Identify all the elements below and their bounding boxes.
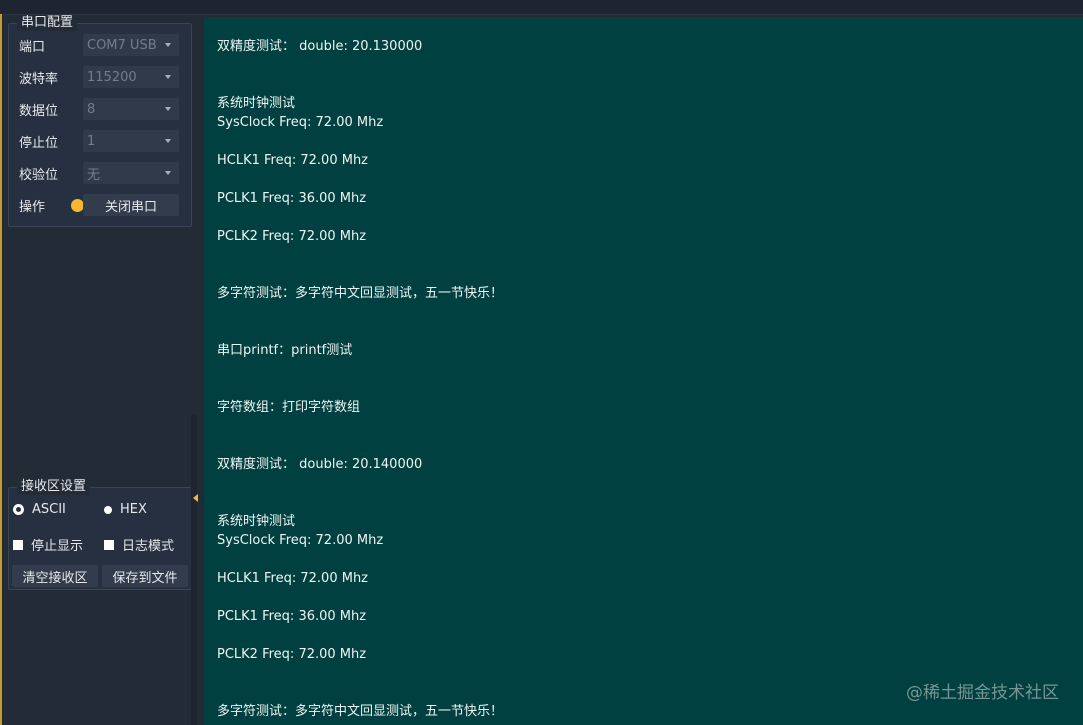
console-line: 系统时钟测试 <box>217 96 296 111</box>
data-bits-value: 8 <box>87 101 96 117</box>
parity-row: 校验位 <box>19 162 83 184</box>
baud-select[interactable]: 115200 <box>83 66 179 88</box>
radio-checked-icon <box>13 504 24 515</box>
console-line: 系统时钟测试 <box>217 514 296 529</box>
baud-label: 波特率 <box>19 71 59 87</box>
panel-splitter[interactable] <box>191 415 197 725</box>
console-line: 多字符测试：多字符中文回显测试，五一节快乐！ <box>217 704 504 719</box>
window-top-bar <box>0 0 1083 15</box>
console-line: HCLK1 Freq: 72.00 Mhz <box>217 571 369 586</box>
port-row: 端口 <box>19 34 83 56</box>
console-line: SysClock Freq: 72.00 Mhz <box>217 533 384 548</box>
chevron-down-icon <box>165 75 171 79</box>
console-line: 串口printf：printf测试 <box>217 343 353 358</box>
data-bits-row: 数据位 <box>19 98 83 120</box>
receive-settings-group: 接收区设置 ASCII HEX 停止显示 日志模式 清空接收区 保存到文件 <box>8 479 192 590</box>
watermark: @稀土掘金技术社区 <box>906 683 1059 703</box>
port-select[interactable]: COM7 USB <box>83 34 179 56</box>
chevron-down-icon <box>165 139 171 143</box>
save-to-file-button[interactable]: 保存到文件 <box>102 565 188 587</box>
hex-label: HEX <box>120 502 147 517</box>
data-bits-select[interactable]: 8 <box>83 98 179 120</box>
console-line: SysClock Freq: 72.00 Mhz <box>217 115 384 130</box>
chevron-down-icon <box>165 43 171 47</box>
baud-row: 波特率 <box>19 66 83 88</box>
stop-bits-value: 1 <box>87 133 96 149</box>
port-label: 端口 <box>19 39 46 55</box>
parity-value: 无 <box>87 167 101 183</box>
receive-settings-title: 接收区设置 <box>17 479 91 495</box>
receive-console[interactable]: 双精度测试： double: 20.130000 系统时钟测试 SysClock… <box>204 17 1083 725</box>
log-mode-label: 日志模式 <box>122 539 175 554</box>
chevron-down-icon <box>165 107 171 111</box>
ascii-label: ASCII <box>32 502 66 517</box>
checkbox-icon <box>104 539 114 550</box>
parity-label: 校验位 <box>19 167 59 183</box>
console-line: 双精度测试： double: 20.140000 <box>217 457 423 472</box>
close-port-button[interactable]: 关闭串口 <box>83 194 179 216</box>
stop-bits-select[interactable]: 1 <box>83 130 179 152</box>
console-line: PCLK2 Freq: 72.00 Mhz <box>217 229 367 244</box>
data-bits-label: 数据位 <box>19 103 59 119</box>
serial-config-title: 串口配置 <box>17 15 78 31</box>
console-line: PCLK1 Freq: 36.00 Mhz <box>217 191 367 206</box>
console-line: 双精度测试： double: 20.130000 <box>217 39 423 54</box>
console-line: 字符数组：打印字符数组 <box>217 400 361 415</box>
parity-select[interactable]: 无 <box>83 162 179 184</box>
chevron-down-icon <box>165 171 171 175</box>
sidebar: 串口配置 端口 COM7 USB 波特率 115200 数据位 8 停止位 1 <box>2 15 200 725</box>
console-line: 多字符测试：多字符中文回显测试，五一节快乐！ <box>217 286 504 301</box>
checkbox-icon <box>13 539 23 550</box>
ascii-radio[interactable]: ASCII <box>13 502 66 517</box>
console-line: PCLK2 Freq: 72.00 Mhz <box>217 647 367 662</box>
radio-unchecked-icon <box>104 505 112 514</box>
console-line: HCLK1 Freq: 72.00 Mhz <box>217 153 369 168</box>
serial-config-group: 串口配置 端口 COM7 USB 波特率 115200 数据位 8 停止位 1 <box>8 15 192 227</box>
stop-bits-label: 停止位 <box>19 135 59 151</box>
collapse-arrow-icon[interactable] <box>193 494 198 502</box>
stop-bits-row: 停止位 <box>19 130 83 152</box>
hex-radio[interactable]: HEX <box>104 502 147 517</box>
stop-display-label: 停止显示 <box>31 539 84 554</box>
stop-display-checkbox[interactable]: 停止显示 <box>13 535 83 554</box>
console-line: PCLK1 Freq: 36.00 Mhz <box>217 609 367 624</box>
baud-value: 115200 <box>87 69 137 85</box>
log-mode-checkbox[interactable]: 日志模式 <box>104 535 174 554</box>
clear-receive-button[interactable]: 清空接收区 <box>12 565 98 587</box>
port-value: COM7 USB <box>87 37 157 53</box>
